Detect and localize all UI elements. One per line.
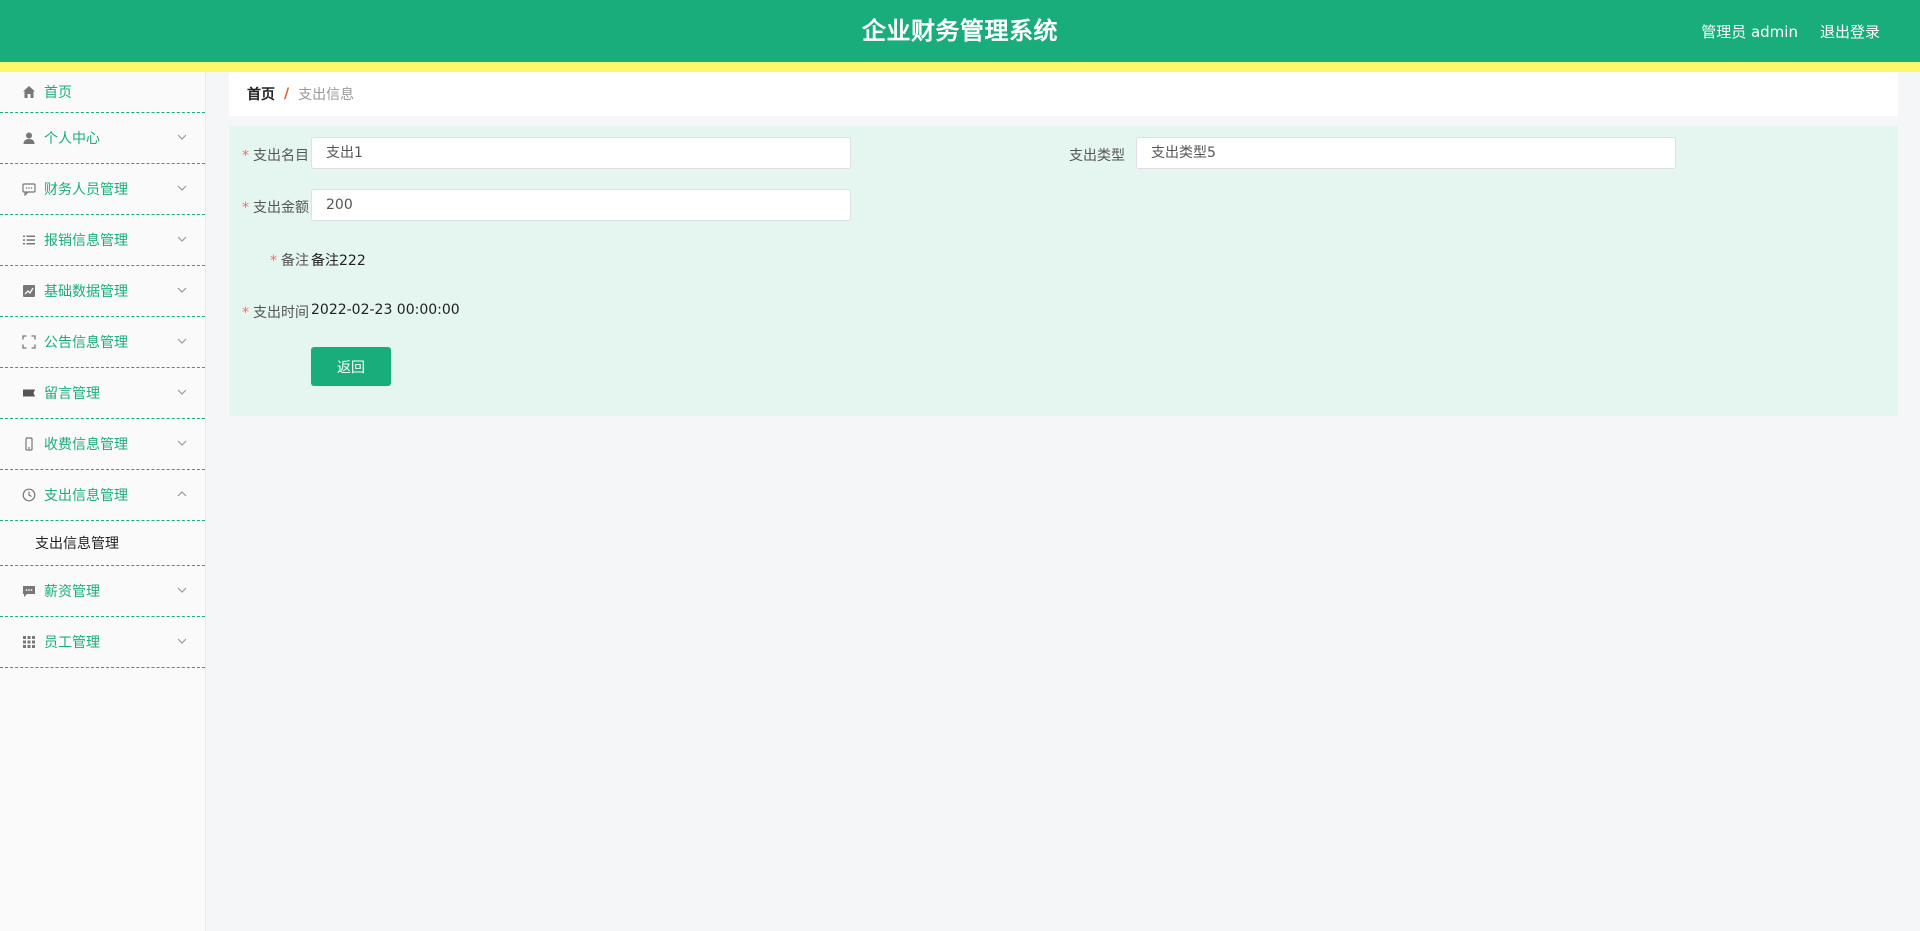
expense-type-field[interactable]: 支出类型5 [1136, 137, 1676, 169]
chevron-down-icon [177, 132, 187, 142]
sidebar-item-label: 支出信息管理 [44, 488, 128, 504]
home-icon [22, 85, 36, 99]
sidebar-item-label: 报销信息管理 [44, 233, 128, 249]
chat-icon [22, 182, 36, 196]
chevron-down-icon [177, 336, 187, 346]
back-button[interactable]: 返回 [311, 347, 391, 386]
fullscreen-icon [22, 335, 36, 349]
chevron-down-icon [177, 438, 187, 448]
sidebar-item-salary[interactable]: 薪资管理 [0, 566, 205, 617]
sidebar-item-profile[interactable]: 个人中心 [0, 113, 205, 164]
chevron-down-icon [177, 183, 187, 193]
chevron-up-icon [177, 489, 187, 499]
name-label: * 支出名目 [242, 148, 309, 164]
sidebar-item-finance-staff[interactable]: 财务人员管理 [0, 164, 205, 215]
grid-icon [22, 635, 36, 649]
sidebar-item-label: 公告信息管理 [44, 335, 128, 351]
sidebar-item-label: 留言管理 [44, 386, 100, 402]
required-mark: * [242, 148, 249, 164]
required-mark: * [242, 200, 249, 216]
sidebar-item-expense[interactable]: 支出信息管理 [0, 470, 205, 521]
sidebar-subitem-expense-manage[interactable]: 支出信息管理 [0, 521, 205, 566]
chart-icon [22, 284, 36, 298]
user-icon [22, 131, 36, 145]
chevron-down-icon [177, 387, 187, 397]
chevron-down-icon [177, 585, 187, 595]
clock-icon [22, 488, 36, 502]
breadcrumb: 首页 / 支出信息 [229, 72, 1898, 116]
expense-amount-field[interactable]: 200 [311, 189, 851, 221]
header-user-area: 管理员 admin 退出登录 [1701, 0, 1880, 62]
sidebar-item-label: 个人中心 [44, 131, 100, 147]
sidebar-item-base-data[interactable]: 基础数据管理 [0, 266, 205, 317]
sidebar-item-reimbursement[interactable]: 报销信息管理 [0, 215, 205, 266]
sidebar-item-label: 基础数据管理 [44, 284, 128, 300]
required-mark: * [270, 253, 277, 269]
mobile-icon [22, 437, 36, 451]
chevron-down-icon [177, 234, 187, 244]
sidebar-item-home[interactable]: 首页 [0, 72, 205, 113]
sidebar-item-income[interactable]: 收费信息管理 [0, 419, 205, 470]
amount-label: * 支出金额 [242, 200, 309, 216]
required-mark: * [242, 305, 249, 321]
current-user: 管理员 admin [1701, 22, 1798, 41]
message-icon [22, 584, 36, 598]
sidebar-item-label: 收费信息管理 [44, 437, 128, 453]
time-value: 2022-02-23 00:00:00 [311, 302, 460, 318]
logout-link[interactable]: 退出登录 [1820, 21, 1880, 42]
top-header: 企业财务管理系统 管理员 admin 退出登录 [0, 0, 1920, 62]
remark-value: 备注222 [311, 253, 366, 269]
ticket-icon [22, 386, 36, 400]
expense-name-field[interactable]: 支出1 [311, 137, 851, 169]
expense-detail-form: * 支出名目 支出1 支出类型 支出类型5 * 支出金额 200 * 备注 备注222… [229, 126, 1898, 416]
chevron-down-icon [177, 285, 187, 295]
sidebar-item-label: 薪资管理 [44, 584, 100, 600]
sidebar-item-label: 财务人员管理 [44, 182, 128, 198]
app-title: 企业财务管理系统 [862, 17, 1058, 45]
sidebar-item-employees[interactable]: 员工管理 [0, 617, 205, 668]
sidebar-item-label: 员工管理 [44, 635, 100, 651]
breadcrumb-current: 支出信息 [298, 87, 355, 103]
breadcrumb-home[interactable]: 首页 [247, 84, 275, 104]
list-icon [22, 233, 36, 247]
remark-label: * 备注 [270, 253, 309, 269]
breadcrumb-separator: / [284, 86, 290, 102]
sidebar: 首页 个人中心 财务人员管理 报销信息管理 基础数据管理 公告信息管理 留言管理… [0, 72, 206, 931]
sidebar-item-announcements[interactable]: 公告信息管理 [0, 317, 205, 368]
type-label: 支出类型 [1069, 148, 1125, 164]
sidebar-item-messages[interactable]: 留言管理 [0, 368, 205, 419]
header-stripe [0, 62, 1920, 72]
sidebar-item-label: 首页 [44, 85, 72, 101]
time-label: * 支出时间 [242, 305, 309, 321]
chevron-down-icon [177, 636, 187, 646]
